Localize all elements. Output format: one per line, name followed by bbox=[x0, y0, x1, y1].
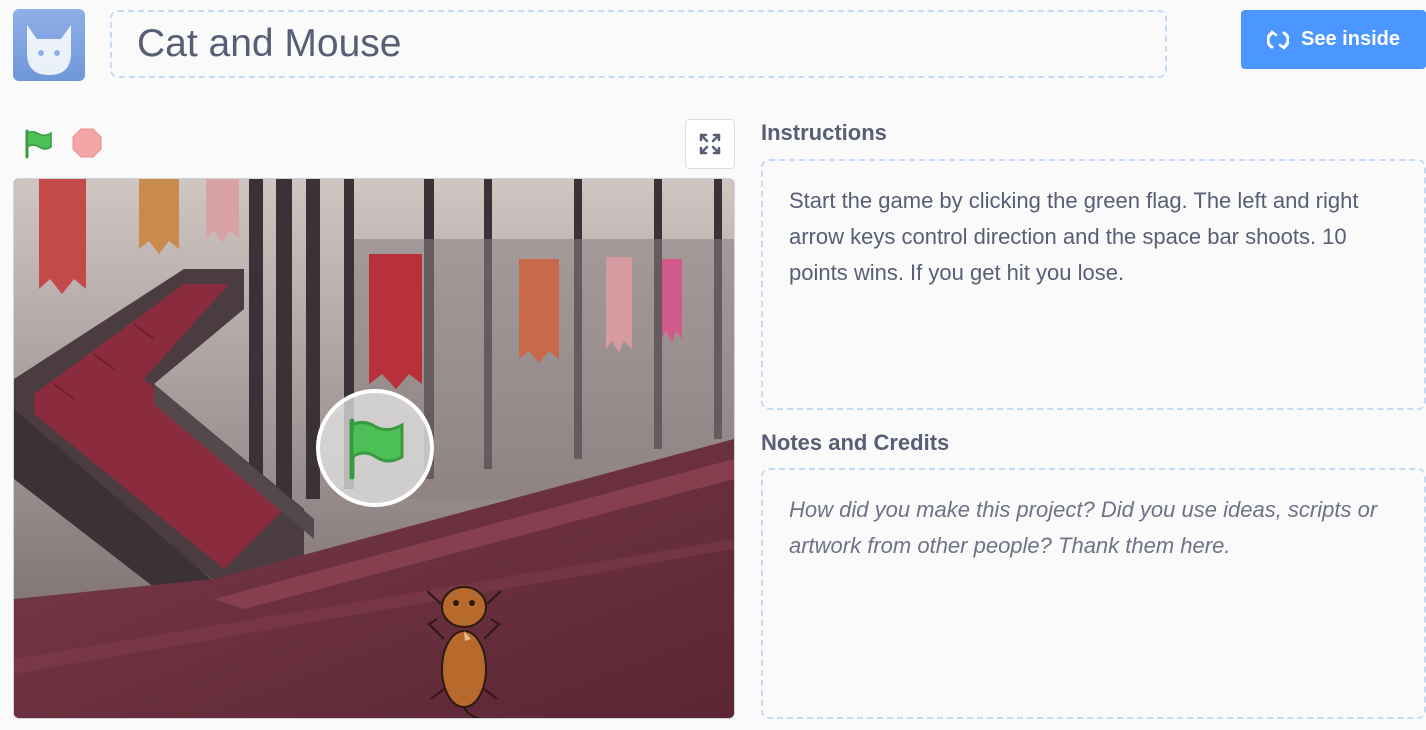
stop-button[interactable] bbox=[70, 126, 104, 160]
see-inside-label: See inside bbox=[1301, 28, 1400, 50]
instructions-field[interactable]: Start the game by clicking the green fla… bbox=[761, 159, 1426, 410]
project-avatar[interactable] bbox=[13, 9, 85, 81]
project-title: Cat and Mouse bbox=[137, 22, 402, 65]
green-flag-button[interactable] bbox=[20, 126, 54, 160]
fullscreen-button[interactable] bbox=[685, 119, 735, 169]
play-overlay-button[interactable] bbox=[316, 389, 434, 507]
instructions-label: Instructions bbox=[761, 120, 887, 145]
player-controls bbox=[20, 126, 104, 160]
notes-placeholder: How did you make this project? Did you u… bbox=[789, 497, 1378, 558]
stop-sign-icon bbox=[72, 128, 102, 158]
see-inside-button[interactable]: See inside bbox=[1241, 10, 1426, 69]
project-stage[interactable] bbox=[13, 178, 735, 719]
remix-arrows-icon bbox=[1267, 29, 1290, 50]
green-flag-play-overlay-icon bbox=[349, 418, 404, 480]
project-title-field[interactable]: Cat and Mouse bbox=[110, 10, 1167, 78]
scratch-cat-avatar-icon bbox=[27, 25, 71, 75]
fullscreen-expand-icon bbox=[699, 133, 721, 155]
green-flag-icon bbox=[25, 129, 52, 159]
notes-label: Notes and Credits bbox=[761, 430, 950, 455]
instructions-text: Start the game by clicking the green fla… bbox=[789, 188, 1359, 285]
notes-field[interactable]: How did you make this project? Did you u… bbox=[761, 468, 1426, 719]
mouse-sprite bbox=[426, 586, 502, 718]
